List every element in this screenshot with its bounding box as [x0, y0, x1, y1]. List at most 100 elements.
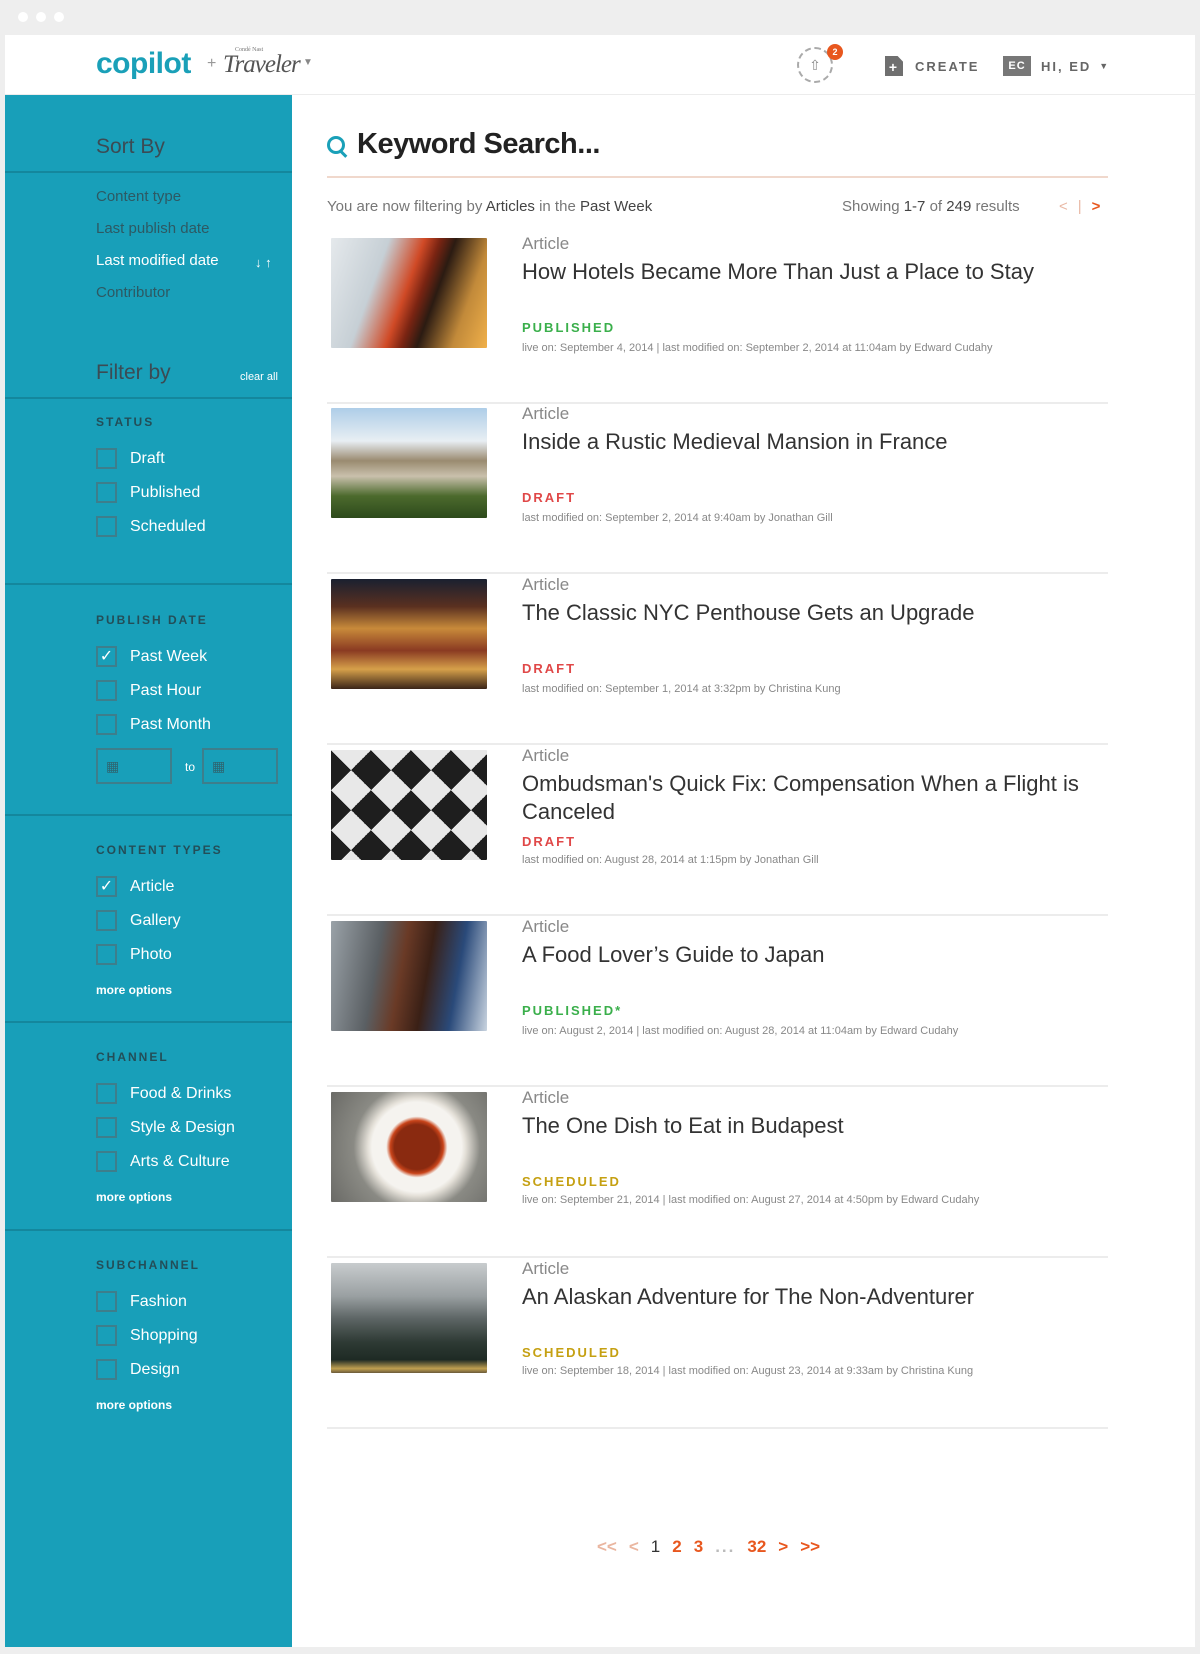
- result-item[interactable]: Article The Classic NYC Penthouse Gets a…: [327, 575, 1108, 745]
- prev-page-button[interactable]: <: [1059, 198, 1068, 215]
- checkbox[interactable]: [96, 714, 117, 735]
- chevron-down-icon[interactable]: ▼: [303, 57, 313, 68]
- checkbox[interactable]: [96, 680, 117, 701]
- date-from-input[interactable]: ▦: [96, 748, 172, 784]
- result-item[interactable]: Article A Food Lover’s Guide to Japan PU…: [327, 917, 1108, 1087]
- type-article-checkbox[interactable]: ✓ Article: [96, 876, 174, 897]
- create-button[interactable]: + CREATE: [885, 56, 979, 76]
- date-past-hour-checkbox[interactable]: Past Hour: [96, 680, 201, 701]
- checkbox[interactable]: [96, 1117, 117, 1138]
- checkbox-label: Past Hour: [130, 681, 202, 699]
- window-controls: [18, 12, 64, 22]
- copilot-logo[interactable]: copilot: [96, 47, 191, 81]
- first-page-button[interactable]: <<: [597, 1537, 617, 1557]
- logo-plus: +: [207, 55, 217, 72]
- chevron-down-icon: ▼: [1099, 61, 1109, 71]
- result-title[interactable]: The Classic NYC Penthouse Gets an Upgrad…: [522, 599, 1108, 627]
- check-icon[interactable]: ✓: [96, 646, 117, 667]
- type-photo-checkbox[interactable]: Photo: [96, 944, 172, 965]
- content-types-more-options[interactable]: more options: [96, 983, 172, 997]
- user-menu[interactable]: EC HI, ED ▼: [1003, 56, 1108, 76]
- result-title[interactable]: Ombudsman's Quick Fix: Compensation When…: [522, 770, 1108, 826]
- result-thumbnail[interactable]: [331, 579, 487, 689]
- channel-food-checkbox[interactable]: Food & Drinks: [96, 1083, 231, 1104]
- result-title[interactable]: How Hotels Became More Than Just a Place…: [522, 258, 1108, 286]
- result-title[interactable]: The One Dish to Eat in Budapest: [522, 1112, 1108, 1140]
- search-input[interactable]: Keyword Search...: [357, 128, 600, 161]
- subchannel-design-checkbox[interactable]: Design: [96, 1359, 180, 1380]
- sort-content-type[interactable]: Content type: [96, 188, 181, 205]
- result-type: Article: [522, 234, 570, 253]
- checkbox-label: Past Week: [130, 647, 208, 665]
- checkbox-label: Design: [130, 1360, 180, 1378]
- divider: [5, 814, 292, 816]
- checkbox[interactable]: [96, 1083, 117, 1104]
- checkbox-label: Gallery: [130, 911, 181, 929]
- date-past-month-checkbox[interactable]: Past Month: [96, 714, 211, 735]
- check-icon[interactable]: ✓: [96, 876, 117, 897]
- checkbox[interactable]: [96, 448, 117, 469]
- checkbox[interactable]: [96, 944, 117, 965]
- sort-last-modified-date[interactable]: Last modified date: [96, 252, 219, 269]
- subchannel-shopping-checkbox[interactable]: Shopping: [96, 1325, 198, 1346]
- channel-arts-checkbox[interactable]: Arts & Culture: [96, 1151, 230, 1172]
- type-gallery-checkbox[interactable]: Gallery: [96, 910, 181, 931]
- result-thumbnail[interactable]: [331, 1263, 487, 1373]
- checkbox[interactable]: [96, 910, 117, 931]
- result-title[interactable]: An Alaskan Adventure for The Non-Adventu…: [522, 1283, 1108, 1311]
- result-item[interactable]: Article Inside a Rustic Medieval Mansion…: [327, 404, 1108, 574]
- subchannel-more-options[interactable]: more options: [96, 1398, 172, 1412]
- status-published-checkbox[interactable]: Published: [96, 482, 200, 503]
- subchannel-fashion-checkbox[interactable]: Fashion: [96, 1291, 187, 1312]
- result-item[interactable]: Article Ombudsman's Quick Fix: Compensat…: [327, 746, 1108, 916]
- page-1[interactable]: 1: [651, 1537, 660, 1557]
- result-item[interactable]: Article The One Dish to Eat in Budapest …: [327, 1088, 1108, 1258]
- sort-last-publish-date[interactable]: Last publish date: [96, 220, 209, 237]
- result-thumbnail[interactable]: [331, 1092, 487, 1202]
- sort-contributor[interactable]: Contributor: [96, 284, 170, 301]
- status-scheduled-checkbox[interactable]: Scheduled: [96, 516, 206, 537]
- page-3[interactable]: 3: [694, 1537, 703, 1557]
- top-pager: < | >: [1059, 198, 1100, 215]
- brand-small-label: Condé Nast: [235, 47, 264, 53]
- result-title[interactable]: A Food Lover’s Guide to Japan: [522, 941, 1108, 969]
- result-thumbnail[interactable]: [331, 408, 487, 518]
- checkbox[interactable]: [96, 1291, 117, 1312]
- divider: [5, 171, 292, 173]
- page-last-number[interactable]: 32: [747, 1537, 766, 1557]
- result-thumbnail[interactable]: [331, 921, 487, 1031]
- page-ellipsis: ...: [715, 1537, 736, 1556]
- checkbox[interactable]: [96, 482, 117, 503]
- status-draft-checkbox[interactable]: Draft: [96, 448, 165, 469]
- result-title[interactable]: Inside a Rustic Medieval Mansion in Fran…: [522, 428, 1108, 456]
- last-page-button[interactable]: >>: [800, 1537, 820, 1557]
- result-thumbnail[interactable]: [331, 750, 487, 860]
- checkbox[interactable]: [96, 1325, 117, 1346]
- publish-date-group-title: PUBLISH DATE: [96, 613, 208, 627]
- checkbox[interactable]: [96, 1151, 117, 1172]
- calendar-icon: ▦: [212, 757, 226, 774]
- next-page-button[interactable]: >: [1092, 198, 1101, 215]
- status-badge: PUBLISHED: [522, 320, 616, 335]
- page-2[interactable]: 2: [672, 1537, 681, 1557]
- showing-range: 1-7: [903, 198, 926, 215]
- status-badge: PUBLISHED*: [522, 1003, 623, 1018]
- keyword-search[interactable]: Keyword Search...: [327, 128, 600, 161]
- next-page-button[interactable]: >: [778, 1537, 788, 1557]
- status-badge: SCHEDULED: [522, 1174, 621, 1189]
- date-to-input[interactable]: ▦: [202, 748, 278, 784]
- channel-style-checkbox[interactable]: Style & Design: [96, 1117, 235, 1138]
- checkbox[interactable]: [96, 1359, 117, 1380]
- sort-direction-icon[interactable]: ↓ ↑: [255, 255, 272, 270]
- result-item[interactable]: Article An Alaskan Adventure for The Non…: [327, 1259, 1108, 1429]
- checkbox[interactable]: [96, 516, 117, 537]
- brand-name: Traveler: [223, 51, 301, 78]
- channel-more-options[interactable]: more options: [96, 1190, 172, 1204]
- prev-page-button[interactable]: <: [629, 1537, 639, 1557]
- result-item[interactable]: Article How Hotels Became More Than Just…: [327, 234, 1108, 404]
- showing-total: 249: [946, 198, 972, 215]
- brand-switcher[interactable]: Condé Nast Traveler: [223, 47, 301, 79]
- result-thumbnail[interactable]: [331, 238, 487, 348]
- clear-all-link[interactable]: clear all: [240, 371, 278, 383]
- date-past-week-checkbox[interactable]: ✓ Past Week: [96, 646, 207, 667]
